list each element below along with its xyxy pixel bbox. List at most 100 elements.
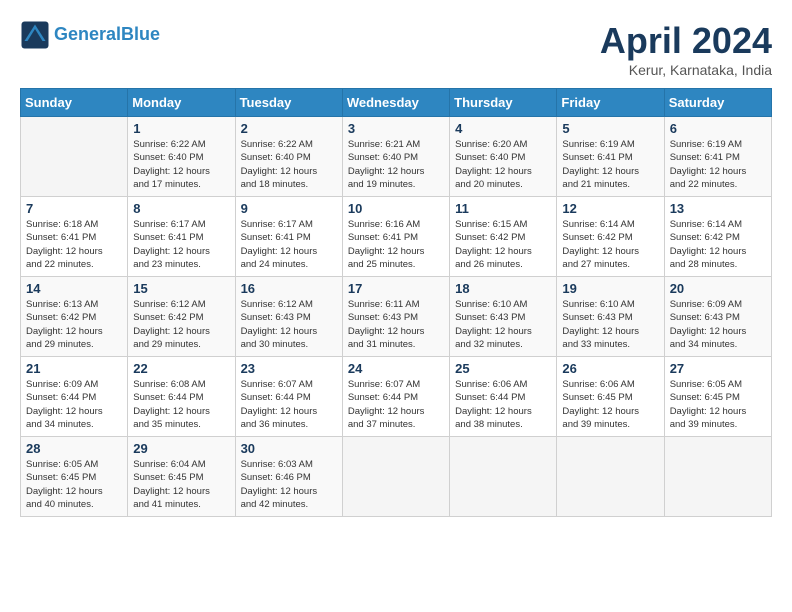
day-number: 26 (562, 361, 658, 376)
logo-line1: General (54, 24, 121, 44)
day-info: Sunrise: 6:06 AM Sunset: 6:45 PM Dayligh… (562, 378, 658, 431)
day-info: Sunrise: 6:17 AM Sunset: 6:41 PM Dayligh… (133, 218, 229, 271)
calendar-cell: 18Sunrise: 6:10 AM Sunset: 6:43 PM Dayli… (450, 277, 557, 357)
calendar-cell: 10 Sunrise: 6:16 AM Sunset: 6:41 PM Dayli… (342, 197, 449, 277)
logo: GeneralBlue (20, 20, 160, 50)
day-info: Sunrise: 6:09 AM Sunset: 6:43 PM Dayligh… (670, 298, 766, 351)
day-number: 22 (133, 361, 229, 376)
day-number: 23 (241, 361, 337, 376)
location-subtitle: Kerur, Karnataka, India (600, 62, 772, 78)
day-number: 15 (133, 281, 229, 296)
day-number: 11 (455, 201, 551, 216)
calendar-cell: 21Sunrise: 6:09 AM Sunset: 6:44 PM Dayli… (21, 357, 128, 437)
day-info: Sunrise: 6:11 AM Sunset: 6:43 PM Dayligh… (348, 298, 444, 351)
day-info: Sunrise: 6:10 AM Sunset: 6:43 PM Dayligh… (562, 298, 658, 351)
day-info: Sunrise: 6:20 AM Sunset: 6:40 PM Dayligh… (455, 138, 551, 191)
calendar-cell: 16Sunrise: 6:12 AM Sunset: 6:43 PM Dayli… (235, 277, 342, 357)
calendar-cell: 7 Sunrise: 6:18 AM Sunset: 6:41 PM Daylig… (21, 197, 128, 277)
day-header-sunday: Sunday (21, 89, 128, 117)
day-info: Sunrise: 6:04 AM Sunset: 6:45 PM Dayligh… (133, 458, 229, 511)
day-number: 28 (26, 441, 122, 456)
day-number: 14 (26, 281, 122, 296)
day-number: 3 (348, 121, 444, 136)
day-info: Sunrise: 6:14 AM Sunset: 6:42 PM Dayligh… (670, 218, 766, 271)
calendar-cell: 24Sunrise: 6:07 AM Sunset: 6:44 PM Dayli… (342, 357, 449, 437)
calendar-week-row: 14Sunrise: 6:13 AM Sunset: 6:42 PM Dayli… (21, 277, 772, 357)
day-header-thursday: Thursday (450, 89, 557, 117)
day-number: 16 (241, 281, 337, 296)
day-number: 12 (562, 201, 658, 216)
calendar-cell: 29 Sunrise: 6:04 AM Sunset: 6:45 PM Dayli… (128, 437, 235, 517)
calendar-cell: 9 Sunrise: 6:17 AM Sunset: 6:41 PM Daylig… (235, 197, 342, 277)
day-number: 27 (670, 361, 766, 376)
day-number: 10 (348, 201, 444, 216)
day-number: 9 (241, 201, 337, 216)
calendar-cell: 25Sunrise: 6:06 AM Sunset: 6:44 PM Dayli… (450, 357, 557, 437)
calendar-cell (342, 437, 449, 517)
day-info: Sunrise: 6:15 AM Sunset: 6:42 PM Dayligh… (455, 218, 551, 271)
month-title: April 2024 (600, 20, 772, 62)
calendar-cell: 22 Sunrise: 6:08 AM Sunset: 6:44 PM Dayli… (128, 357, 235, 437)
calendar-cell: 5 Sunrise: 6:19 AM Sunset: 6:41 PM Daylig… (557, 117, 664, 197)
calendar-cell: 14Sunrise: 6:13 AM Sunset: 6:42 PM Dayli… (21, 277, 128, 357)
day-number: 5 (562, 121, 658, 136)
calendar-table: SundayMondayTuesdayWednesdayThursdayFrid… (20, 88, 772, 517)
day-number: 8 (133, 201, 229, 216)
logo-text: GeneralBlue (54, 25, 160, 45)
day-header-wednesday: Wednesday (342, 89, 449, 117)
calendar-header-row: SundayMondayTuesdayWednesdayThursdayFrid… (21, 89, 772, 117)
day-number: 7 (26, 201, 122, 216)
day-info: Sunrise: 6:16 AM Sunset: 6:41 PM Dayligh… (348, 218, 444, 271)
day-info: Sunrise: 6:07 AM Sunset: 6:44 PM Dayligh… (348, 378, 444, 431)
day-info: Sunrise: 6:12 AM Sunset: 6:42 PM Dayligh… (133, 298, 229, 351)
calendar-cell: 30 Sunrise: 6:03 AM Sunset: 6:46 PM Dayli… (235, 437, 342, 517)
logo-icon (20, 20, 50, 50)
day-info: Sunrise: 6:22 AM Sunset: 6:40 PM Dayligh… (133, 138, 229, 191)
calendar-cell (557, 437, 664, 517)
day-number: 6 (670, 121, 766, 136)
day-number: 17 (348, 281, 444, 296)
day-header-saturday: Saturday (664, 89, 771, 117)
title-block: April 2024 Kerur, Karnataka, India (600, 20, 772, 78)
day-number: 18 (455, 281, 551, 296)
day-number: 13 (670, 201, 766, 216)
calendar-week-row: 7 Sunrise: 6:18 AM Sunset: 6:41 PM Daylig… (21, 197, 772, 277)
day-number: 2 (241, 121, 337, 136)
day-header-friday: Friday (557, 89, 664, 117)
calendar-cell: 6 Sunrise: 6:19 AM Sunset: 6:41 PM Daylig… (664, 117, 771, 197)
day-info: Sunrise: 6:09 AM Sunset: 6:44 PM Dayligh… (26, 378, 122, 431)
calendar-cell: 8 Sunrise: 6:17 AM Sunset: 6:41 PM Daylig… (128, 197, 235, 277)
calendar-cell: 20Sunrise: 6:09 AM Sunset: 6:43 PM Dayli… (664, 277, 771, 357)
day-info: Sunrise: 6:22 AM Sunset: 6:40 PM Dayligh… (241, 138, 337, 191)
calendar-cell: 26 Sunrise: 6:06 AM Sunset: 6:45 PM Dayli… (557, 357, 664, 437)
calendar-cell: 1 Sunrise: 6:22 AM Sunset: 6:40 PM Daylig… (128, 117, 235, 197)
day-info: Sunrise: 6:03 AM Sunset: 6:46 PM Dayligh… (241, 458, 337, 511)
day-number: 29 (133, 441, 229, 456)
day-number: 4 (455, 121, 551, 136)
calendar-cell: 2 Sunrise: 6:22 AM Sunset: 6:40 PM Daylig… (235, 117, 342, 197)
day-number: 1 (133, 121, 229, 136)
day-info: Sunrise: 6:05 AM Sunset: 6:45 PM Dayligh… (670, 378, 766, 431)
day-info: Sunrise: 6:06 AM Sunset: 6:44 PM Dayligh… (455, 378, 551, 431)
day-info: Sunrise: 6:17 AM Sunset: 6:41 PM Dayligh… (241, 218, 337, 271)
calendar-cell (664, 437, 771, 517)
day-info: Sunrise: 6:18 AM Sunset: 6:41 PM Dayligh… (26, 218, 122, 271)
day-header-tuesday: Tuesday (235, 89, 342, 117)
day-info: Sunrise: 6:19 AM Sunset: 6:41 PM Dayligh… (670, 138, 766, 191)
calendar-cell: 27 Sunrise: 6:05 AM Sunset: 6:45 PM Dayli… (664, 357, 771, 437)
day-info: Sunrise: 6:19 AM Sunset: 6:41 PM Dayligh… (562, 138, 658, 191)
day-number: 30 (241, 441, 337, 456)
calendar-cell: 15 Sunrise: 6:12 AM Sunset: 6:42 PM Dayli… (128, 277, 235, 357)
calendar-cell: 4 Sunrise: 6:20 AM Sunset: 6:40 PM Daylig… (450, 117, 557, 197)
calendar-cell (21, 117, 128, 197)
day-info: Sunrise: 6:07 AM Sunset: 6:44 PM Dayligh… (241, 378, 337, 431)
day-header-monday: Monday (128, 89, 235, 117)
calendar-cell: 11 Sunrise: 6:15 AM Sunset: 6:42 PM Dayli… (450, 197, 557, 277)
day-info: Sunrise: 6:05 AM Sunset: 6:45 PM Dayligh… (26, 458, 122, 511)
day-info: Sunrise: 6:08 AM Sunset: 6:44 PM Dayligh… (133, 378, 229, 431)
day-info: Sunrise: 6:14 AM Sunset: 6:42 PM Dayligh… (562, 218, 658, 271)
day-number: 19 (562, 281, 658, 296)
calendar-cell: 17 Sunrise: 6:11 AM Sunset: 6:43 PM Dayli… (342, 277, 449, 357)
logo-line2: Blue (121, 24, 160, 44)
calendar-week-row: 28 Sunrise: 6:05 AM Sunset: 6:45 PM Dayli… (21, 437, 772, 517)
